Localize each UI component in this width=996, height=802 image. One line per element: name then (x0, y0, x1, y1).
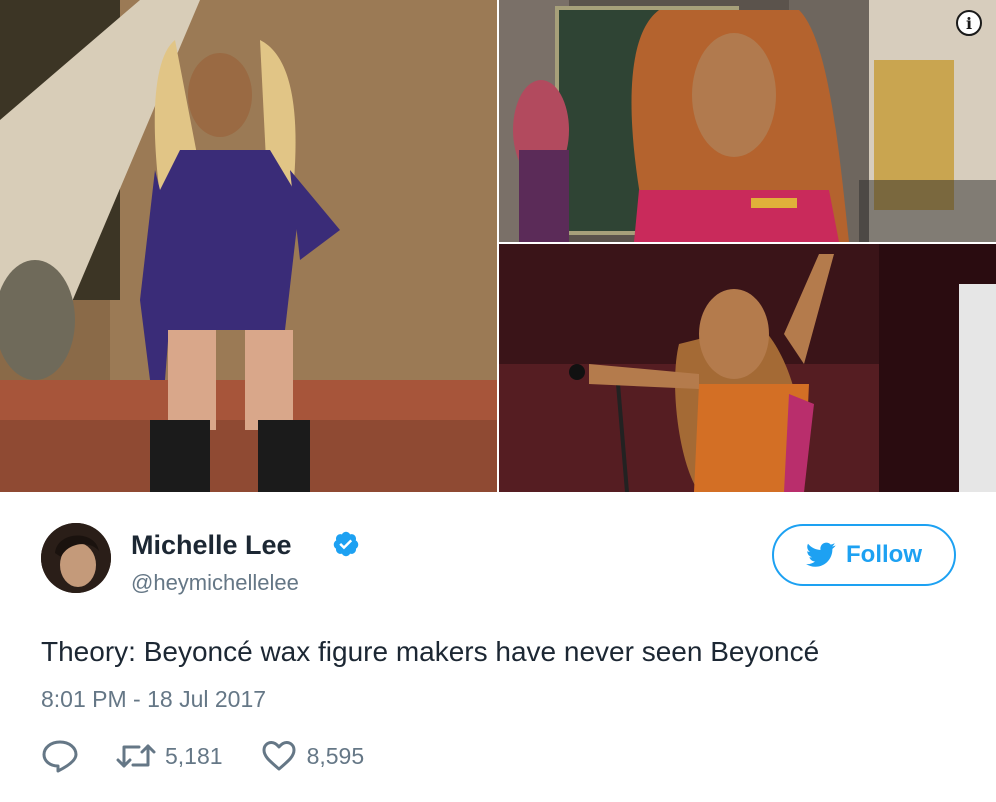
heart-icon (262, 741, 296, 771)
tweet-actions: 5,181 8,595 (41, 736, 364, 776)
info-icon[interactable]: i (956, 10, 982, 36)
retweet-button[interactable]: 5,181 (115, 741, 223, 771)
follow-label: Follow (846, 541, 922, 568)
twitter-bird-icon (806, 542, 836, 567)
like-button[interactable]: 8,595 (261, 740, 365, 772)
retweet-icon (116, 744, 156, 768)
reply-icon (42, 740, 78, 773)
tweet-text: Theory: Beyoncé wax figure makers have n… (41, 636, 820, 667)
tweet-timestamp[interactable]: 8:01 PM - 18 Jul 2017 (41, 686, 266, 713)
user-name[interactable]: Michelle Lee (131, 530, 292, 561)
photo-left[interactable] (0, 0, 497, 492)
avatar[interactable] (41, 523, 111, 593)
verified-badge-icon (333, 531, 359, 557)
retweet-count: 5,181 (165, 742, 223, 769)
photo-top-right[interactable]: i (499, 0, 996, 242)
tweet-media-grid: i (0, 0, 996, 492)
follow-button[interactable]: Follow (772, 524, 956, 586)
reply-button[interactable] (41, 739, 81, 773)
photo-bottom-right[interactable] (499, 244, 996, 492)
user-handle[interactable]: @heymichellelee (131, 570, 299, 596)
like-count: 8,595 (306, 742, 365, 769)
